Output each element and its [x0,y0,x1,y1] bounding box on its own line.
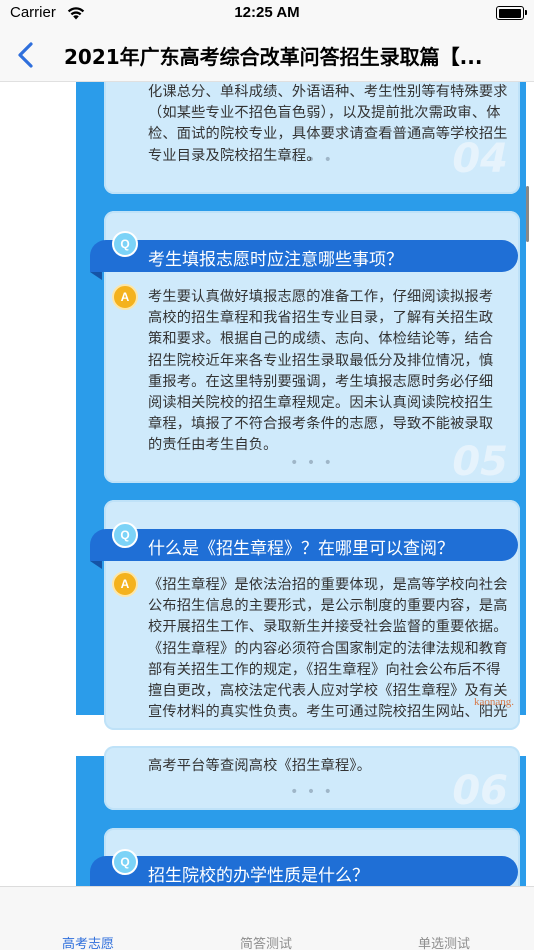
answer-text-06: 《招生章程》是依法治招的重要体现，是高等学校向社会 公布招生信息的主要形式，是公… [148,577,508,721]
answer-text-06-continued: 高考平台等查阅高校《招生章程》。 [148,758,372,774]
answer-text-04: 化课总分、单科成绩、外语语种、考生性别等有特殊要求 （如某些专业不招色盲色弱），… [148,84,508,164]
tab-danxuan-ceshi[interactable]: 单选测试 [384,933,504,950]
article-content[interactable]: • • • 04 化课总分、单科成绩、外语语种、考生性别等有特殊要求 （如某些专… [0,82,534,886]
answer-badge-icon: A [112,284,138,310]
page-title: 2021年广东高考综合改革问答招生录取篇【... [64,45,483,69]
status-bar: Carrier 12:25 AM [0,0,534,28]
tab-gaokao-zhiyuan[interactable]: 高考志愿 [28,933,148,950]
answer-badge-icon: A [112,571,138,597]
app-screen: Carrier 12:25 AM 2021年广东高考综合改革问答招生录取篇【..… [0,0,534,950]
question-bar: 考生填报志愿时应注意哪些事项？ [90,240,518,280]
question-badge-icon: Q [112,849,138,875]
tab-bar: 高考志愿 简答测试 单选测试 [0,886,534,950]
navigation-bar: 2021年广东高考综合改革问答招生录取篇【... [0,28,534,82]
battery-icon [496,6,527,20]
watermark: kaonang. [474,696,515,708]
answer-text-05: 考生要认真做好填报志愿的准备工作，仔细阅读拟报考 高校的招生章程和我省招生专业目… [148,289,494,454]
question-bar: 什么是《招生章程》？在哪里可以查阅？ [90,529,518,569]
question-text: 招生院校的办学性质是什么？ [148,866,369,886]
scrollbar[interactable] [526,186,529,242]
back-chevron-icon[interactable] [10,38,44,72]
question-badge-icon: Q [112,522,138,548]
tab-jianda-ceshi[interactable]: 简答测试 [206,933,326,950]
question-badge-icon: Q [112,231,138,257]
question-text: 考生填报志愿时应注意哪些事项？ [148,250,403,270]
question-text: 什么是《招生章程》？在哪里可以查阅？ [148,539,454,559]
question-bar: 招生院校的办学性质是什么？ [90,856,518,886]
clock: 12:25 AM [234,4,300,21]
